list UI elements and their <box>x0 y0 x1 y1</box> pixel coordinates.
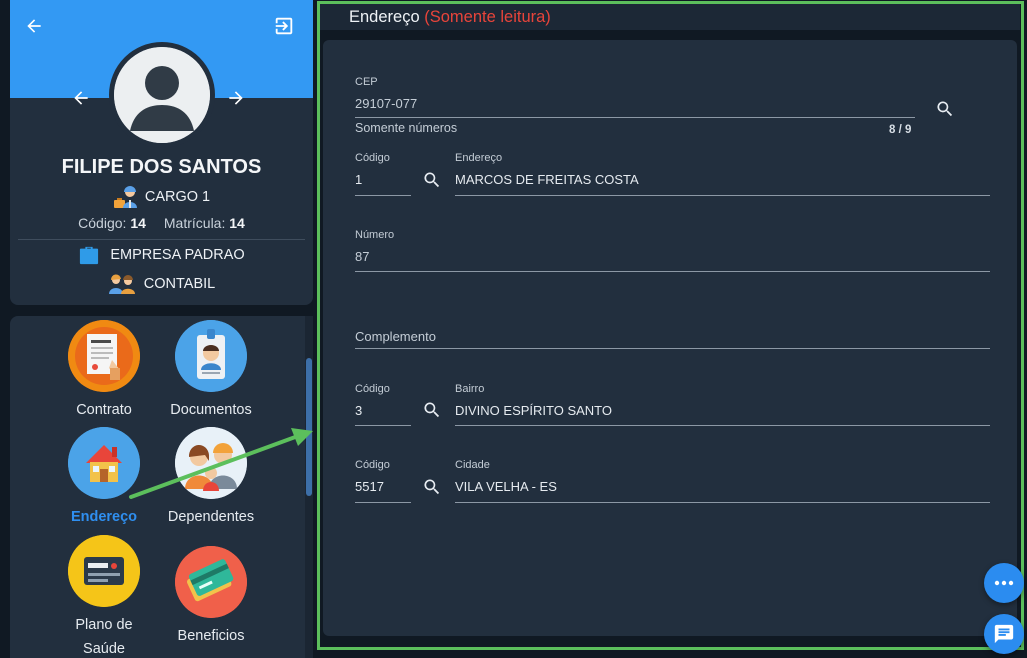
employee-code: Código: 14 <box>78 215 146 231</box>
menu-item-plano-de-saude[interactable]: Plano de Saúde <box>49 535 159 658</box>
employee-department-label: CONTABIL <box>143 276 216 292</box>
menu-label: Plano de Saúde <box>75 617 133 657</box>
menu-label: Endereço <box>70 509 138 525</box>
chat-icon <box>994 624 1014 644</box>
avatar[interactable] <box>109 42 215 148</box>
menu-label: Dependentes <box>167 509 255 525</box>
employee-name: FILIPE DOS SANTOS <box>61 156 262 178</box>
employee-registration: Matrícula: 14 <box>163 215 245 231</box>
menu-label: Documentos <box>170 402 252 418</box>
people-icon <box>108 274 135 294</box>
arrow-left-icon <box>27 19 41 33</box>
more-icon <box>994 580 1014 586</box>
briefcase-icon <box>80 246 99 265</box>
menu-item-documentos[interactable]: Documentos <box>156 320 266 422</box>
menu-scrollbar-thumb[interactable] <box>306 358 312 496</box>
person-icon <box>114 47 210 143</box>
highlight-frame <box>317 1 1024 650</box>
health-card-icon <box>68 535 140 607</box>
next-employee-button[interactable] <box>222 84 250 112</box>
employee-company-label: EMPRESA PADRAO <box>110 247 245 263</box>
family-icon <box>175 427 247 499</box>
id-badge-icon <box>175 320 247 392</box>
back-button[interactable] <box>20 12 48 40</box>
menu-label: Contrato <box>76 402 132 418</box>
arrow-left-icon <box>74 91 88 105</box>
arrow-right-icon <box>229 91 243 105</box>
employee-company: EMPRESA PADRAO <box>10 245 313 265</box>
worker-icon <box>113 186 137 208</box>
menu-item-dependentes[interactable]: Dependentes <box>156 427 266 529</box>
contract-icon <box>68 320 140 392</box>
employee-role-label: CARGO 1 <box>144 189 211 205</box>
menu-label: Beneficios <box>177 628 245 644</box>
house-icon <box>68 427 140 499</box>
profile-card: FILIPE DOS SANTOS CARGO 1 Código: 14 Mat… <box>10 0 313 305</box>
divider <box>18 239 305 240</box>
cards-icon <box>175 546 247 618</box>
more-button[interactable] <box>984 563 1024 603</box>
menu-item-endereco[interactable]: Endereço <box>49 427 159 529</box>
menu-item-beneficios[interactable]: Beneficios <box>156 546 266 648</box>
chat-button[interactable] <box>984 614 1024 654</box>
employee-codes: Código: 14 Matrícula: 14 <box>10 215 313 231</box>
logout-icon <box>275 17 293 35</box>
menu-panel: Contrato Documentos Endereço Dependentes… <box>10 316 313 658</box>
employee-department: CONTABIL <box>10 273 313 295</box>
previous-employee-button[interactable] <box>67 84 95 112</box>
employee-role: CARGO 1 <box>10 185 313 209</box>
menu-item-contrato[interactable]: Contrato <box>49 320 159 422</box>
logout-button[interactable] <box>270 12 298 40</box>
